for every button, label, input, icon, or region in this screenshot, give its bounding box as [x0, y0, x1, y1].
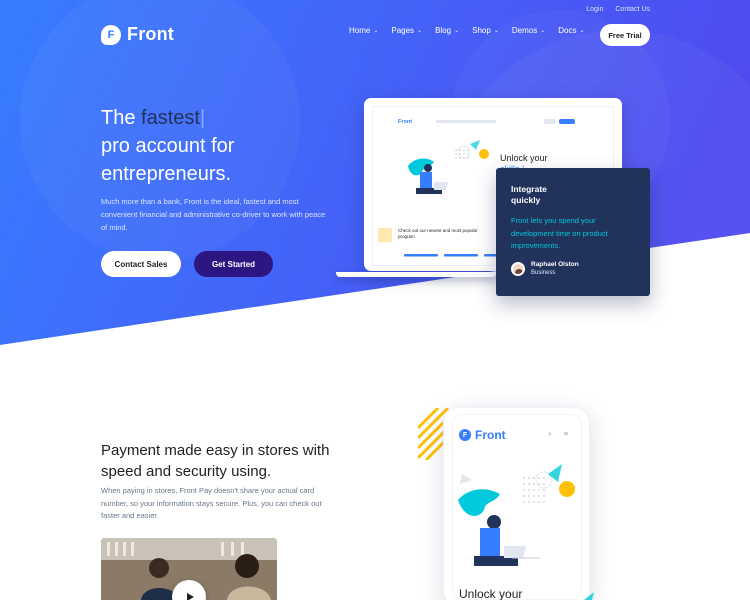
testimonial-author: Raphael Olston Business — [511, 261, 579, 276]
chevron-down-icon: ⌄ — [417, 28, 423, 34]
author-role: Business — [531, 270, 556, 276]
chevron-down-icon: ⌄ — [540, 28, 546, 34]
free-trial-button[interactable]: Free Trial — [600, 24, 650, 46]
main-nav: Home ⌄ Pages ⌄ Blog ⌄ Shop ⌄ Demos ⌄ Docs ⌄ — [349, 26, 585, 35]
laptop-card-text: Check out our newest and most popular pr… — [398, 228, 478, 239]
section-description: When paying in stores, Front Pay doesn't… — [101, 486, 322, 520]
integrate-description: Front lets you spend your development ti… — [511, 216, 608, 250]
phone-logo-text: Front — [475, 428, 506, 442]
nav-item-pages[interactable]: Pages ⌄ — [391, 26, 422, 35]
chevron-down-icon: ⌄ — [373, 28, 379, 34]
get-started-button[interactable]: Get Started — [194, 251, 273, 277]
nav-item-home[interactable]: Home ⌄ — [349, 26, 378, 35]
phone-logo-icon: F — [459, 429, 471, 441]
laptop-base — [336, 272, 496, 277]
phone-decoration — [584, 592, 594, 600]
integrate-card: Integrate quickly Front lets you spend y… — [496, 168, 650, 296]
login-link[interactable]: Login — [586, 6, 603, 13]
section-title: Payment made easy in stores with speed a… — [101, 442, 330, 480]
brand-logo[interactable]: F Front — [101, 24, 174, 45]
logo-icon: F — [101, 24, 121, 45]
hero-title: The fastest| pro account for entrepreneu… — [101, 107, 235, 185]
phone-header-icons: ⌕ ≡ — [548, 431, 568, 439]
phone-illustration — [458, 464, 575, 566]
nav-item-demos[interactable]: Demos ⌄ — [512, 26, 545, 35]
laptop-logo: Front — [398, 119, 413, 125]
topbar: Login Contact Us — [586, 6, 650, 13]
contact-sales-button[interactable]: Contact Sales — [101, 251, 181, 277]
chevron-down-icon: ⌄ — [493, 28, 499, 34]
laptop-pattern — [378, 228, 392, 242]
chevron-down-icon: ⌄ — [579, 28, 585, 34]
brand-name: Front — [127, 24, 174, 44]
phone-title: Unlock your — [459, 587, 523, 600]
menu-icon: ≡ — [563, 431, 569, 438]
nav-item-blog[interactable]: Blog ⌄ — [435, 26, 459, 35]
search-icon: ⌕ — [548, 431, 552, 438]
contact-link[interactable]: Contact Us — [615, 6, 650, 13]
avatar — [511, 261, 525, 276]
nav-item-shop[interactable]: Shop ⌄ — [472, 26, 499, 35]
chevron-down-icon: ⌄ — [454, 28, 460, 34]
laptop-nav — [436, 120, 496, 123]
phone-logo: F Front — [459, 428, 506, 442]
author-name: Raphael Olston — [531, 261, 579, 268]
play-icon — [186, 593, 194, 600]
hero-description: Much more than a bank, Front is the idea… — [101, 197, 326, 232]
nav-item-docs[interactable]: Docs ⌄ — [558, 26, 584, 35]
laptop-buttons — [544, 119, 575, 124]
integrate-title: Integrate quickly — [511, 184, 547, 205]
laptop-illustration — [408, 140, 489, 194]
